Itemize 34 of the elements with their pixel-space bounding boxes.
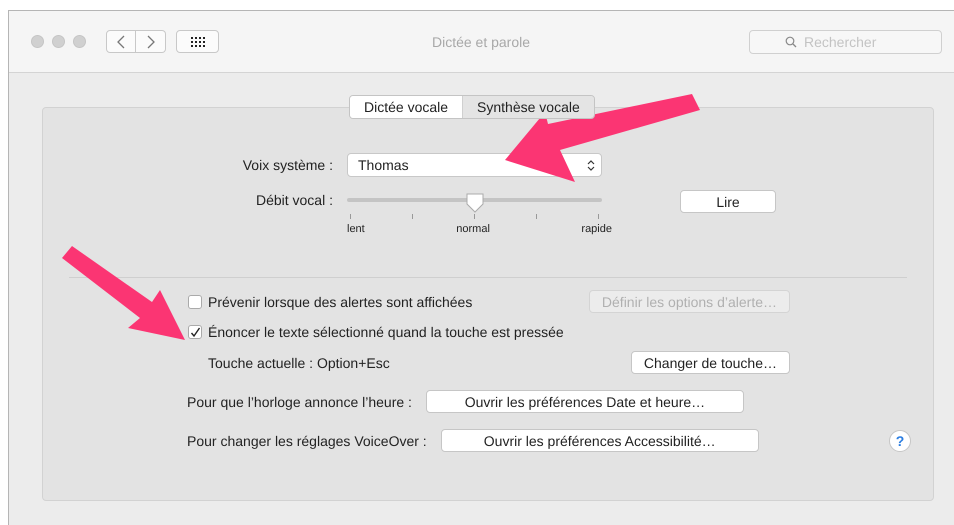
link-label: Pour changer les réglages VoiceOver : (187, 432, 427, 448)
shortcut-label: Touche actuelle : Option+Esc (207, 354, 390, 370)
checkbox-label: Énoncer le texte sélectionné quand la touche est pressée (208, 324, 564, 340)
back-button[interactable] (106, 30, 136, 53)
search-icon (785, 36, 797, 48)
field-label: Voix système : (242, 157, 334, 173)
tick-label: normal (456, 223, 490, 235)
window-title: Dictée et parole (432, 34, 530, 50)
checkbox[interactable] (188, 325, 202, 339)
tick-label: rapide (581, 223, 612, 235)
tick-label: lent (347, 223, 365, 235)
minimize-button[interactable] (52, 35, 65, 48)
chevron-right-icon (146, 34, 156, 48)
play-button[interactable]: Lire (680, 190, 776, 213)
checkbox[interactable] (188, 294, 202, 308)
field-label: Débit vocal : (254, 191, 334, 210)
tab[interactable]: Synthèse vocale (462, 96, 594, 118)
zoom-button[interactable] (73, 35, 86, 48)
checkbox-label: Prévenir lorsque des alertes sont affichées (208, 294, 472, 310)
close-button[interactable] (31, 35, 44, 48)
grid-icon (190, 36, 204, 46)
tab[interactable]: Dictée vocale (350, 96, 462, 118)
check-icon (190, 326, 200, 338)
open-preferences-button[interactable]: Ouvrir les préférences Accessibilité… (440, 429, 759, 452)
help-button[interactable]: ? (889, 430, 911, 452)
updown-icon (587, 158, 595, 172)
slider-thumb[interactable] (464, 192, 484, 214)
link-label: Pour que l’horloge annonce l’heure : (187, 394, 412, 410)
chevron-left-icon (116, 34, 126, 48)
option-button[interactable]: Changer de touche… (630, 351, 790, 374)
rate-slider[interactable] (347, 192, 602, 214)
show-all-button[interactable] (176, 30, 219, 53)
open-preferences-button[interactable]: Ouvrir les préférences Date et heure… (426, 390, 744, 413)
forward-button[interactable] (136, 30, 166, 53)
